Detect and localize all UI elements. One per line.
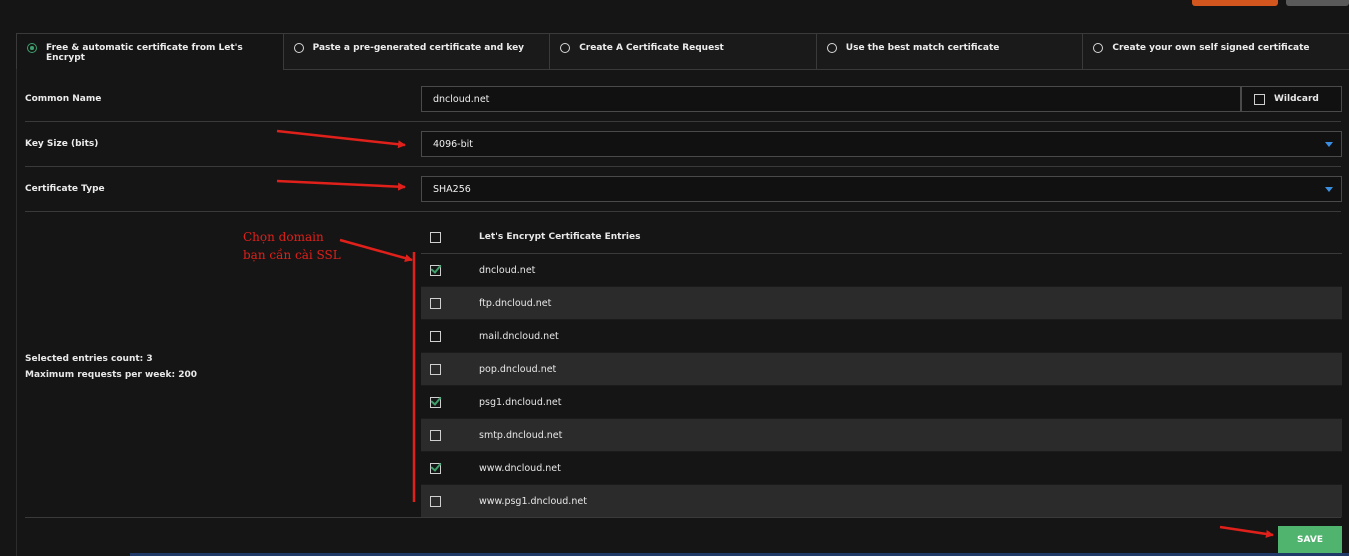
entry-domain: psg1.dncloud.net <box>479 396 562 408</box>
table-row: pop.dncloud.net <box>421 353 1342 386</box>
tab-paste-certificate[interactable]: Paste a pre-generated certificate and ke… <box>282 34 550 70</box>
key-size-label: Key Size (bits) <box>25 139 99 149</box>
entry-stats: Selected entries count: 3 Maximum reques… <box>25 351 197 383</box>
tab-lets-encrypt[interactable]: Free & automatic certificate from Let's … <box>16 34 283 70</box>
entry-checkbox[interactable] <box>430 429 441 441</box>
divider <box>25 211 1341 212</box>
divider <box>25 517 1341 518</box>
annotation-text: Chọn domain bạn cần cài SSL <box>243 228 341 264</box>
radio-icon[interactable] <box>1093 43 1104 53</box>
chevron-down-icon <box>1325 142 1333 147</box>
table-row: www.psg1.dncloud.net <box>421 485 1342 518</box>
entry-domain: smtp.dncloud.net <box>479 429 563 441</box>
wildcard-option[interactable]: Wildcard <box>1241 86 1342 112</box>
entries-header: Let's Encrypt Certificate Entries <box>479 232 641 242</box>
table-row: smtp.dncloud.net <box>421 419 1342 452</box>
entry-domain: www.psg1.dncloud.net <box>479 495 587 507</box>
entry-checkbox[interactable] <box>430 495 441 507</box>
top-secondary-button[interactable] <box>1286 0 1349 6</box>
entry-checkbox[interactable] <box>430 297 441 309</box>
radio-icon[interactable] <box>293 43 304 53</box>
entry-domain: dncloud.net <box>479 264 536 276</box>
table-row: ftp.dncloud.net <box>421 287 1342 320</box>
chevron-down-icon <box>1325 187 1333 192</box>
certificate-entries-table: Let's Encrypt Certificate Entries dnclou… <box>421 221 1342 518</box>
certificate-type-select[interactable]: SHA256 <box>421 176 1342 202</box>
tab-label: Paste a pre-generated certificate and ke… <box>312 43 525 53</box>
common-name-input[interactable]: dncloud.net <box>421 86 1241 112</box>
top-action-button[interactable] <box>1192 0 1278 6</box>
tab-label: Create your own self signed certificate <box>1112 43 1310 53</box>
entry-checkbox[interactable] <box>430 363 441 375</box>
entry-checkbox[interactable] <box>430 330 441 342</box>
certificate-method-tabs: Free & automatic certificate from Let's … <box>16 33 1349 70</box>
annotation-line-2: bạn cần cài SSL <box>243 248 341 262</box>
radio-icon[interactable] <box>826 43 837 53</box>
certificate-type-value: SHA256 <box>433 183 471 195</box>
max-requests: Maximum requests per week: 200 <box>25 370 198 380</box>
selected-count: Selected entries count: 3 <box>25 354 153 364</box>
tab-self-signed[interactable]: Create your own self signed certificate <box>1082 34 1349 70</box>
entry-domain: mail.dncloud.net <box>479 330 559 342</box>
key-size-select[interactable]: 4096-bit <box>421 131 1342 157</box>
save-button[interactable]: SAVE <box>1278 526 1342 553</box>
annotation-line-1: Chọn domain <box>243 230 324 244</box>
table-row: www.dncloud.net <box>421 452 1342 485</box>
entry-domain: ftp.dncloud.net <box>479 297 552 309</box>
tab-label: Free & automatic certificate from Let's … <box>46 43 243 63</box>
tab-label: Create A Certificate Request <box>579 43 724 53</box>
table-header: Let's Encrypt Certificate Entries <box>421 221 1342 254</box>
entry-checkbox[interactable] <box>430 264 441 276</box>
divider <box>25 166 1341 167</box>
entry-domain: www.dncloud.net <box>479 462 561 474</box>
wildcard-checkbox[interactable] <box>1254 93 1265 105</box>
select-all-checkbox[interactable] <box>430 231 441 243</box>
entry-checkbox[interactable] <box>430 462 441 474</box>
wildcard-label: Wildcard <box>1274 94 1319 104</box>
table-row: mail.dncloud.net <box>421 320 1342 353</box>
table-row: psg1.dncloud.net <box>421 386 1342 419</box>
tab-label: Use the best match certificate <box>845 43 1000 53</box>
divider <box>25 121 1341 122</box>
tab-best-match[interactable]: Use the best match certificate <box>815 34 1083 70</box>
entry-checkbox[interactable] <box>430 396 441 408</box>
top-toolbar <box>0 0 1349 6</box>
common-name-label: Common Name <box>25 94 102 104</box>
entry-domain: pop.dncloud.net <box>479 363 557 375</box>
table-row: dncloud.net <box>421 254 1342 287</box>
key-size-value: 4096-bit <box>433 138 473 150</box>
lets-encrypt-panel: Common Name dncloud.net Wildcard Key Siz… <box>16 69 1349 556</box>
certificate-type-label: Certificate Type <box>25 184 105 194</box>
radio-icon[interactable] <box>560 43 571 53</box>
tab-certificate-request[interactable]: Create A Certificate Request <box>549 34 816 70</box>
radio-icon[interactable] <box>27 43 37 53</box>
